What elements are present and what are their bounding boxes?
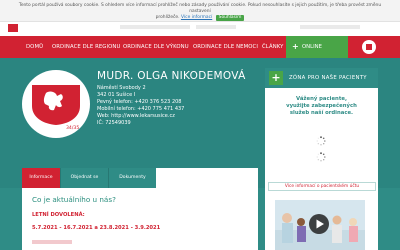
cookie-message: Tento portál používá soubory cookie. S o… <box>18 3 382 14</box>
address-line-1: Náměstí Svobody 2 <box>97 85 146 91</box>
vacation-dates: 5.7.2021 - 16.7.2021 a 23.8.2021 - 3.9.2… <box>32 225 161 231</box>
nav-item-articles[interactable]: ČLÁNKY <box>262 36 283 58</box>
vacation-label: LETNÍ DOVOLENÁ: <box>32 212 85 218</box>
phone-line[interactable]: Pevný telefon: +420 376 523 208 <box>97 99 182 106</box>
news-title: Co je aktuálního u nás? <box>32 195 116 204</box>
nav-item-disease[interactable]: ORDINACE DLE NEMOCI <box>193 36 258 58</box>
cookie-agree-button[interactable]: Souhlasím <box>215 15 245 21</box>
patient-account-link[interactable]: Více informací o pacientském účtu <box>268 182 376 191</box>
header-faint-text <box>120 25 190 29</box>
loading-spinner-icon <box>316 136 326 146</box>
logo-number: 34/35 <box>66 126 80 131</box>
page: Tento portál používá soubory cookie. S o… <box>0 0 400 250</box>
online-consult-button[interactable]: + ONLINE PORADNA <box>286 36 348 72</box>
next-line-placeholder <box>32 240 72 244</box>
cookie-bar: Tento portál používá soubory cookie. S o… <box>0 0 400 22</box>
patient-zone-text: Vážený paciente, využijte zabezpečených … <box>270 96 373 118</box>
patient-zone-header: + ZÓNA PRO NAŠE PACIENTY <box>265 68 378 88</box>
loading-spinner-icon <box>316 152 326 162</box>
home-icon[interactable] <box>362 40 376 54</box>
header-faint-text-2 <box>196 25 236 29</box>
nav-item-home[interactable]: DOMŮ <box>26 36 43 58</box>
tab-documents[interactable]: Dokumenty <box>108 168 156 188</box>
ic-line: IČ: 72549039 <box>97 120 131 126</box>
header-faint-text-3 <box>300 25 360 29</box>
site-logo[interactable] <box>8 24 18 32</box>
plus-icon: + <box>269 71 283 85</box>
cookie-text: Tento portál používá soubory cookie. S o… <box>8 3 392 21</box>
tab-information[interactable]: Informace <box>22 168 60 188</box>
play-icon[interactable] <box>308 213 330 235</box>
patient-zone-line-3: služeb naší ordinace. <box>289 110 354 117</box>
web-line[interactable]: Web: http://www.lekarsusice.cz <box>97 113 175 120</box>
czech-lion-emblem <box>32 85 80 125</box>
cookie-message-2: prohlížeče. <box>155 15 180 20</box>
mobile-line[interactable]: Mobilní telefon: +420 775 471 437 <box>97 106 184 113</box>
nav-item-procedure[interactable]: ORDINACE DLE VÝKONU <box>123 36 189 58</box>
address-line-2: 342 01 Sušice I <box>97 92 136 98</box>
intro-video[interactable] <box>275 200 365 250</box>
plus-icon: + <box>292 42 299 51</box>
nav-item-region[interactable]: ORDINACE DLE REGIONU <box>52 36 120 58</box>
tab-order[interactable]: Objednat se <box>60 168 108 188</box>
cookie-more-link[interactable]: Více informací <box>181 15 212 20</box>
patient-zone-title: ZÓNA PRO NAŠE PACIENTY <box>289 75 367 81</box>
doctor-name: MUDR. OLGA NIKODEMOVÁ <box>97 70 246 82</box>
